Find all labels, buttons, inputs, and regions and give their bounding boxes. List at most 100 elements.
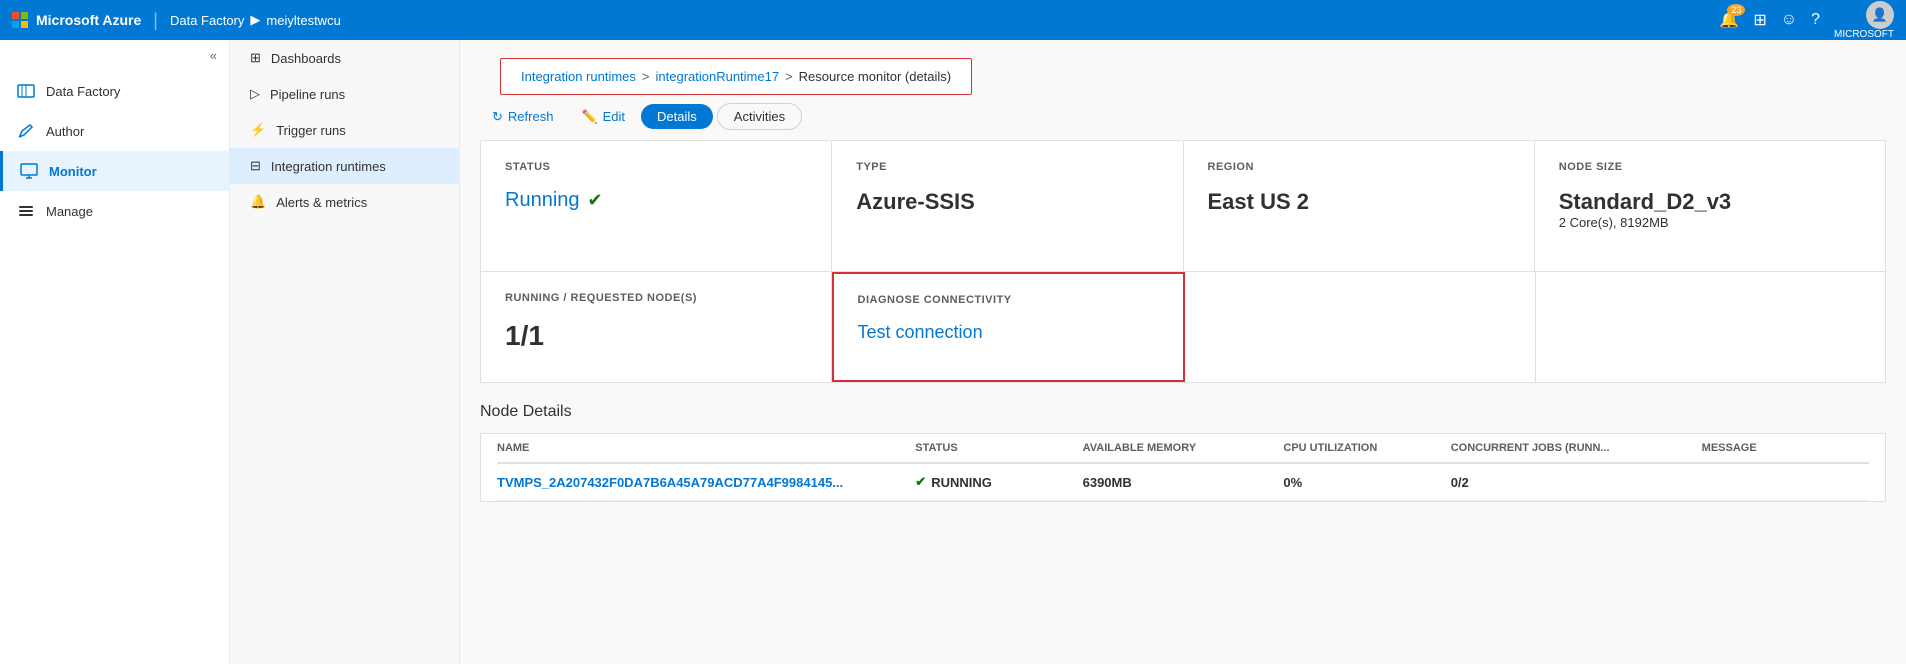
- col-header-status: STATUS: [915, 442, 1082, 454]
- subnav-label: Dashboards: [271, 51, 341, 66]
- integration-icon: ⊟: [250, 158, 261, 174]
- toolbar: ↻ Refresh ✏️ Edit Details Activities: [460, 103, 1906, 140]
- subnav-label: Alerts & metrics: [276, 195, 367, 210]
- collapse-button[interactable]: «: [0, 40, 229, 71]
- edit-button[interactable]: ✏️ Edit: [569, 104, 637, 130]
- help-icon: ?: [1811, 11, 1820, 28]
- sidebar-item-author[interactable]: Author: [0, 111, 229, 151]
- top-nav-factory[interactable]: Data Factory: [170, 13, 244, 28]
- row-cpu: 0%: [1283, 475, 1450, 490]
- region-value: East US 2: [1208, 189, 1510, 215]
- sidebar-item-label: Author: [46, 124, 84, 139]
- col-header-jobs: CONCURRENT JOBS (RUNN...: [1451, 442, 1702, 454]
- trigger-icon: ⚡: [250, 122, 266, 138]
- sidebar-item-label: Data Factory: [46, 84, 120, 99]
- nodes-value: 1/1: [505, 320, 807, 352]
- sidebar-item-label: Monitor: [49, 164, 97, 179]
- feedback-button[interactable]: ☺: [1781, 11, 1797, 29]
- node-size-line2: 2 Core(s), 8192MB: [1559, 215, 1861, 230]
- nodes-card: RUNNING / REQUESTED NODE(S) 1/1: [481, 272, 832, 382]
- subnav-alerts[interactable]: 🔔 Alerts & metrics: [230, 184, 459, 220]
- node-size-label: NODE SIZE: [1559, 161, 1861, 173]
- subnav-label: Trigger runs: [276, 123, 346, 138]
- app-layout: « Data Factory Author Monitor Manage: [0, 40, 1906, 664]
- top-bar: Microsoft Azure | Data Factory ▶ meiylte…: [0, 0, 1906, 40]
- help-button[interactable]: ?: [1811, 11, 1820, 29]
- collapse-icon: «: [210, 48, 217, 63]
- type-value: Azure-SSIS: [856, 189, 1158, 215]
- subnav-trigger-runs[interactable]: ⚡ Trigger runs: [230, 112, 459, 148]
- brand: Microsoft Azure: [12, 12, 141, 28]
- subnav-label: Integration runtimes: [271, 159, 386, 174]
- breadcrumb-link-1[interactable]: Integration runtimes: [521, 69, 636, 84]
- monitor-icon: [19, 161, 39, 181]
- top-bar-right: 🔔 23 ⊞ ☺ ? 👤 MICROSOFT: [1719, 1, 1894, 40]
- breadcrumb-sep-1: >: [642, 69, 650, 84]
- type-card: TYPE Azure-SSIS: [832, 141, 1183, 271]
- sidebar-item-data-factory[interactable]: Data Factory: [0, 71, 229, 111]
- subnav-integration-runtimes[interactable]: ⊟ Integration runtimes: [230, 148, 459, 184]
- author-icon: [16, 121, 36, 141]
- node-details-title: Node Details: [480, 403, 1886, 421]
- region-card: REGION East US 2: [1184, 141, 1535, 271]
- cards-row-2: RUNNING / REQUESTED NODE(S) 1/1 DIAGNOSE…: [480, 272, 1886, 383]
- diagnose-label: DIAGNOSE CONNECTIVITY: [858, 294, 1160, 306]
- pipeline-icon: ▷: [250, 86, 260, 102]
- notification-badge: 23: [1727, 4, 1745, 16]
- data-factory-icon: [16, 81, 36, 101]
- sidebar-item-manage[interactable]: Manage: [0, 191, 229, 231]
- details-tab-label: Details: [657, 109, 697, 124]
- top-bar-nav: Data Factory ▶ meiyltestwcu: [170, 12, 341, 28]
- subnav-dashboards[interactable]: ⊞ Dashboards: [230, 40, 459, 76]
- top-bar-separator: |: [153, 10, 158, 31]
- user-info[interactable]: 👤 MICROSOFT: [1834, 1, 1894, 40]
- node-details-section: Node Details NAME STATUS AVAILABLE MEMOR…: [480, 403, 1886, 502]
- feedback-icon: ☺: [1781, 11, 1797, 28]
- breadcrumb-link-2[interactable]: integrationRuntime17: [656, 69, 780, 84]
- breadcrumb-sep-2: >: [785, 69, 793, 84]
- table-header: NAME STATUS AVAILABLE MEMORY CPU UTILIZA…: [497, 434, 1869, 464]
- top-nav-instance[interactable]: meiyltestwcu: [266, 13, 340, 28]
- col-header-cpu: CPU UTILIZATION: [1283, 442, 1450, 454]
- row-status-label: Running: [931, 475, 992, 490]
- edit-icon: ✏️: [581, 109, 597, 125]
- row-memory: 6390MB: [1083, 475, 1284, 490]
- col-header-memory: AVAILABLE MEMORY: [1083, 442, 1284, 454]
- status-row: Running ✔: [505, 189, 807, 212]
- edit-label: Edit: [603, 109, 625, 124]
- activities-tab-label: Activities: [734, 109, 785, 124]
- notifications-button[interactable]: 🔔 23: [1719, 10, 1739, 30]
- empty-card-1: [1185, 272, 1536, 382]
- subnav-label: Pipeline runs: [270, 87, 345, 102]
- portal-button[interactable]: ⊞: [1753, 10, 1766, 30]
- user-avatar: 👤: [1866, 1, 1894, 29]
- ms-squares-icon: [12, 12, 28, 28]
- row-status-check-icon: ✔: [915, 474, 926, 490]
- sub-nav: ⊞ Dashboards ▷ Pipeline runs ⚡ Trigger r…: [230, 40, 460, 664]
- test-connection-link[interactable]: Test connection: [858, 322, 1160, 343]
- status-value: Running: [505, 189, 580, 212]
- refresh-icon: ↻: [492, 109, 503, 125]
- diagnose-card: DIAGNOSE CONNECTIVITY Test connection: [832, 272, 1186, 382]
- breadcrumb: Integration runtimes > integrationRuntim…: [500, 58, 972, 95]
- user-label: MICROSOFT: [1834, 29, 1894, 40]
- nodes-label: RUNNING / REQUESTED NODE(S): [505, 292, 807, 304]
- manage-icon: [16, 201, 36, 221]
- subnav-pipeline-runs[interactable]: ▷ Pipeline runs: [230, 76, 459, 112]
- row-name[interactable]: tvmps_2a207432f0da7b6a45a79acd77a4f99841…: [497, 475, 915, 490]
- sidebar-item-label: Manage: [46, 204, 93, 219]
- row-jobs: 0/2: [1451, 475, 1702, 490]
- details-tab[interactable]: Details: [641, 104, 713, 129]
- col-header-name: NAME: [497, 442, 915, 454]
- portal-icon: ⊞: [1753, 12, 1766, 29]
- status-card: STATUS Running ✔: [481, 141, 832, 271]
- activities-tab[interactable]: Activities: [717, 103, 802, 130]
- refresh-button[interactable]: ↻ Refresh: [480, 104, 565, 130]
- row-status: ✔ Running: [915, 474, 1082, 490]
- sidebar-item-monitor[interactable]: Monitor: [0, 151, 229, 191]
- type-label: TYPE: [856, 161, 1158, 173]
- sidebar: « Data Factory Author Monitor Manage: [0, 40, 230, 664]
- status-label: STATUS: [505, 161, 807, 173]
- main-content: Integration runtimes > integrationRuntim…: [460, 40, 1906, 664]
- node-size-line1: Standard_D2_v3: [1559, 189, 1861, 215]
